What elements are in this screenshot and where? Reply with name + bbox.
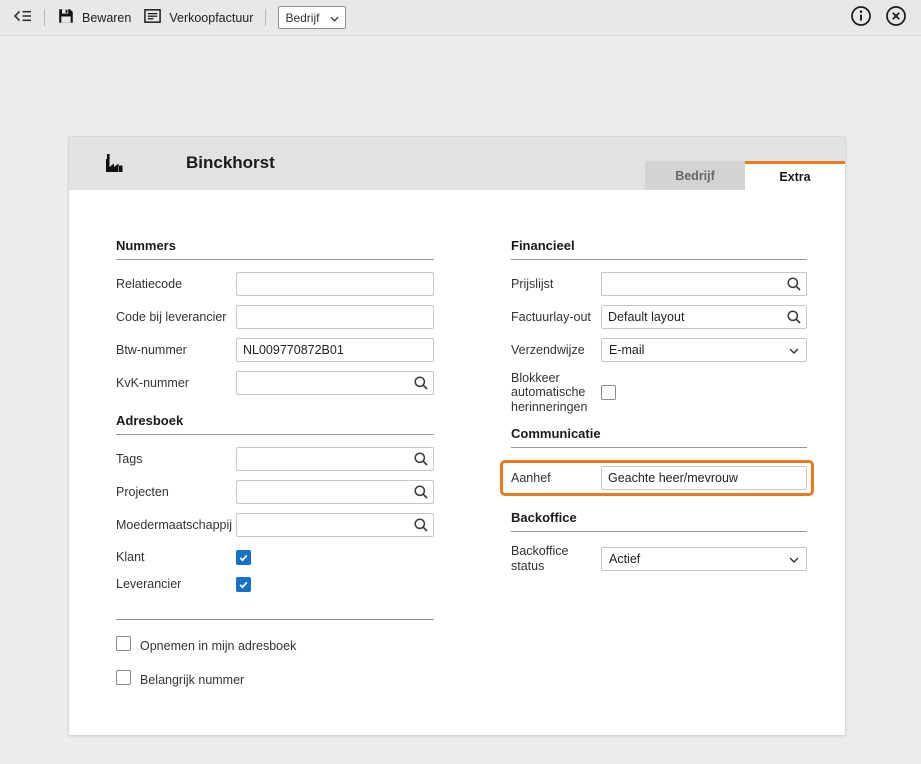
tab-extra[interactable]: Extra xyxy=(745,161,845,190)
tab-bedrijf[interactable]: Bedrijf xyxy=(645,161,745,190)
collapse-menu-button[interactable] xyxy=(12,7,32,28)
btw-nummer-label: Btw-nummer xyxy=(116,343,236,357)
section-title-adresboek: Adresboek xyxy=(116,413,434,435)
belangrijk-row: Belangrijk nummer xyxy=(116,666,434,688)
projecten-label: Projecten xyxy=(116,485,236,499)
belangrijk-checkbox[interactable] xyxy=(116,670,131,685)
factuurlayout-row: Factuurlay-out xyxy=(511,305,807,329)
prijslijst-label: Prijslijst xyxy=(511,277,601,291)
btw-nummer-row: Btw-nummer xyxy=(116,338,434,362)
section-backoffice: Backoffice Backoffice status Actief xyxy=(511,510,807,573)
toolbar-right xyxy=(850,5,907,30)
relatiecode-row: Relatiecode xyxy=(116,272,434,296)
section-title-financieel: Financieel xyxy=(511,238,807,260)
chevron-down-icon xyxy=(789,552,799,566)
btw-nummer-input[interactable] xyxy=(236,338,434,362)
card-header: Binckhorst Bedrijf Extra xyxy=(69,137,845,190)
section-communicatie: Communicatie Aanhef xyxy=(511,426,807,496)
blokkeer-label: Blokkeer automatische herinneringen xyxy=(511,371,601,414)
backoffice-status-label: Backoffice status xyxy=(511,544,601,573)
kvk-nummer-label: KvK-nummer xyxy=(116,376,236,390)
prijslijst-row: Prijslijst xyxy=(511,272,807,296)
left-column: Nummers Relatiecode Code bij leverancier… xyxy=(116,238,434,700)
right-column: Financieel Prijslijst Factuurlay-out Ver… xyxy=(511,238,807,582)
moedermaatschappij-label: Moedermaatschappij xyxy=(116,518,236,532)
close-icon xyxy=(885,5,907,30)
toolbar: Bewaren Verkoopfactuur Bedrijf xyxy=(0,0,921,36)
kvk-nummer-row: KvK-nummer xyxy=(116,371,434,395)
toolbar-divider xyxy=(44,9,45,26)
left-column-divider xyxy=(116,619,434,620)
belangrijk-label: Belangrijk nummer xyxy=(140,673,244,687)
backoffice-status-select-value: Actief xyxy=(609,552,640,566)
kvk-nummer-input[interactable] xyxy=(236,371,434,395)
tags-input[interactable] xyxy=(236,447,434,471)
sales-invoice-button-label: Verkoopfactuur xyxy=(169,11,253,25)
leverancier-checkbox[interactable] xyxy=(236,577,251,592)
sales-invoice-button[interactable]: Verkoopfactuur xyxy=(143,7,253,28)
opnemen-row: Opnemen in mijn adresboek xyxy=(116,632,434,654)
verzendwijze-label: Verzendwijze xyxy=(511,343,601,357)
blokkeer-checkbox[interactable] xyxy=(601,385,616,400)
tags-row: Tags xyxy=(116,447,434,471)
verzendwijze-select[interactable]: E-mail xyxy=(601,338,807,362)
page-title: Binckhorst xyxy=(186,153,275,173)
backoffice-status-select[interactable]: Actief xyxy=(601,547,807,571)
company-factory-icon xyxy=(102,151,126,178)
search-icon[interactable] xyxy=(786,309,802,328)
prijslijst-input[interactable] xyxy=(601,272,807,296)
verzendwijze-row: Verzendwijze E-mail xyxy=(511,338,807,362)
code-leverancier-input[interactable] xyxy=(236,305,434,329)
factuurlayout-label: Factuurlay-out xyxy=(511,310,601,324)
section-title-backoffice: Backoffice xyxy=(511,510,807,532)
search-icon[interactable] xyxy=(413,484,429,503)
projecten-input[interactable] xyxy=(236,480,434,504)
code-leverancier-row: Code bij leverancier xyxy=(116,305,434,329)
moedermaatschappij-row: Moedermaatschappij xyxy=(116,513,434,537)
collapse-menu-icon xyxy=(12,7,32,28)
save-button-label: Bewaren xyxy=(82,11,131,25)
aanhef-row: Aanhef xyxy=(511,466,807,490)
moedermaatschappij-input[interactable] xyxy=(236,513,434,537)
tab-bar: Bedrijf Extra xyxy=(645,161,845,190)
klant-row: Klant xyxy=(116,550,434,565)
entity-type-select-value: Bedrijf xyxy=(285,11,319,25)
search-icon[interactable] xyxy=(413,517,429,536)
relatiecode-input[interactable] xyxy=(236,272,434,296)
info-icon xyxy=(850,5,872,30)
relatiecode-label: Relatiecode xyxy=(116,277,236,291)
aanhef-label: Aanhef xyxy=(511,471,601,485)
relation-card: Binckhorst Bedrijf Extra Nummers Relatie… xyxy=(68,136,846,736)
factuurlayout-input[interactable] xyxy=(601,305,807,329)
klant-checkbox[interactable] xyxy=(236,550,251,565)
projecten-row: Projecten xyxy=(116,480,434,504)
toolbar-divider xyxy=(265,9,266,26)
chevron-down-icon xyxy=(789,343,799,357)
backoffice-status-row: Backoffice status Actief xyxy=(511,544,807,573)
search-icon[interactable] xyxy=(413,451,429,470)
save-icon xyxy=(57,7,75,28)
code-leverancier-label: Code bij leverancier xyxy=(116,310,236,324)
save-button[interactable]: Bewaren xyxy=(57,7,131,28)
info-button[interactable] xyxy=(850,5,872,30)
section-title-nummers: Nummers xyxy=(116,238,434,260)
section-title-communicatie: Communicatie xyxy=(511,426,807,448)
search-icon[interactable] xyxy=(413,375,429,394)
klant-label: Klant xyxy=(116,550,236,564)
opnemen-label: Opnemen in mijn adresboek xyxy=(140,639,296,653)
aanhef-input[interactable] xyxy=(601,466,807,490)
close-button[interactable] xyxy=(885,5,907,30)
verzendwijze-select-value: E-mail xyxy=(609,343,644,357)
search-icon[interactable] xyxy=(786,276,802,295)
opnemen-checkbox[interactable] xyxy=(116,636,131,651)
leverancier-label: Leverancier xyxy=(116,577,236,591)
leverancier-row: Leverancier xyxy=(116,577,434,592)
chevron-down-icon xyxy=(330,11,339,25)
annotation-highlight-box: Aanhef xyxy=(500,460,814,496)
invoice-document-icon xyxy=(143,7,162,28)
section-adresboek: Adresboek Tags Projecten Moedermaatschap… xyxy=(116,413,434,592)
entity-type-select[interactable]: Bedrijf xyxy=(278,6,346,29)
tags-label: Tags xyxy=(116,452,236,466)
blokkeer-row: Blokkeer automatische herinneringen xyxy=(511,371,807,414)
